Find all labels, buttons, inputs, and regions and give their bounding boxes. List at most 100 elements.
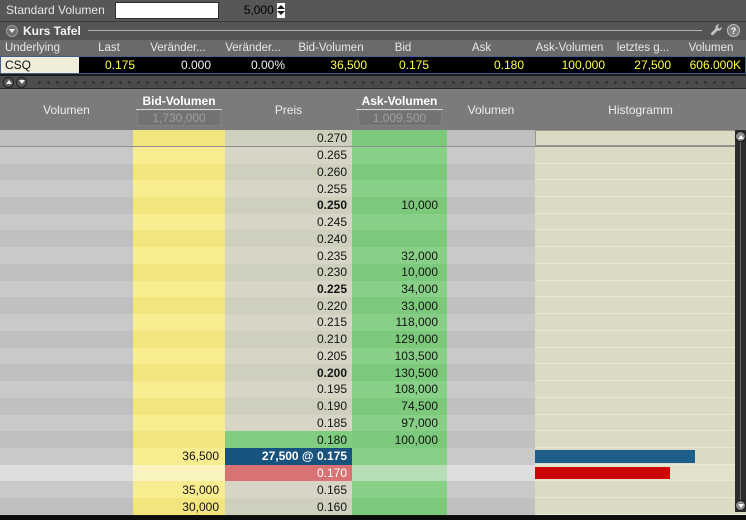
splitter-down-button[interactable] (16, 77, 27, 88)
price-cell[interactable]: 0.165 (225, 481, 352, 498)
histogram-cell[interactable] (535, 230, 746, 247)
ask-volume-cell[interactable]: 10,000 (352, 264, 447, 281)
bid-volume-cell[interactable] (133, 180, 225, 197)
splitter-bar[interactable] (0, 76, 746, 89)
price-cell[interactable]: 0.250 (225, 197, 352, 214)
bid-volume-cell[interactable]: 30,000 (133, 498, 225, 515)
ask-volume-cell[interactable] (352, 130, 447, 147)
histogram-cell[interactable] (535, 431, 746, 448)
price-cell[interactable]: 0.210 (225, 331, 352, 348)
price-cell[interactable]: 0.230 (225, 264, 352, 281)
price-cell[interactable]: 0.270 (225, 130, 352, 147)
histogram-cell[interactable] (535, 498, 746, 515)
price-cell[interactable]: 0.225 (225, 281, 352, 298)
ask-volume-cell[interactable] (352, 180, 447, 197)
histogram-cell[interactable] (535, 297, 746, 314)
scrollbar-track[interactable] (740, 142, 741, 500)
histogram-cell[interactable] (535, 130, 746, 147)
ask-volume-cell[interactable]: 33,000 (352, 297, 447, 314)
volume-spinner[interactable] (277, 3, 285, 18)
scroll-up-button[interactable] (735, 131, 746, 142)
standard-volume-input[interactable] (116, 3, 277, 18)
splitter-up-button[interactable] (3, 77, 14, 88)
vertical-scrollbar[interactable] (735, 130, 746, 512)
price-cell[interactable]: 0.240 (225, 230, 352, 247)
ask-volume-cell[interactable]: 32,000 (352, 247, 447, 264)
help-icon[interactable]: ? (727, 24, 740, 37)
bid-volume-cell[interactable] (133, 314, 225, 331)
price-cell[interactable]: 0.170 (225, 465, 352, 482)
price-cell[interactable]: 0.220 (225, 297, 352, 314)
bid-volume-cell[interactable] (133, 230, 225, 247)
ask-volume-cell[interactable] (352, 214, 447, 231)
price-cell[interactable]: 0.185 (225, 415, 352, 432)
price-cell[interactable]: 0.255 (225, 180, 352, 197)
histogram-cell[interactable] (535, 281, 746, 298)
spinner-down-icon[interactable] (277, 11, 285, 15)
histogram-cell[interactable] (535, 314, 746, 331)
ask-volume-cell[interactable] (352, 448, 447, 465)
price-cell[interactable]: 0.235 (225, 247, 352, 264)
price-cell[interactable]: 0.260 (225, 164, 352, 181)
price-cell[interactable]: 0.160 (225, 498, 352, 515)
histogram-cell[interactable] (535, 448, 746, 465)
ask-volume-cell[interactable]: 118,000 (352, 314, 447, 331)
histogram-cell[interactable] (535, 481, 746, 498)
ask-volume-cell[interactable]: 108,000 (352, 381, 447, 398)
bid-volume-cell[interactable] (133, 431, 225, 448)
histogram-cell[interactable] (535, 247, 746, 264)
histogram-cell[interactable] (535, 348, 746, 365)
bid-volume-cell[interactable]: 35,000 (133, 481, 225, 498)
histogram-cell[interactable] (535, 180, 746, 197)
bid-volume-cell[interactable] (133, 415, 225, 432)
scroll-down-button[interactable] (735, 500, 746, 511)
price-cell[interactable]: 0.245 (225, 214, 352, 231)
price-cell[interactable]: 0.195 (225, 381, 352, 398)
ask-volume-cell[interactable] (352, 481, 447, 498)
ask-volume-cell[interactable]: 34,000 (352, 281, 447, 298)
bid-volume-cell[interactable] (133, 164, 225, 181)
histogram-cell[interactable] (535, 364, 746, 381)
collapse-toggle-button[interactable] (6, 25, 18, 37)
bid-volume-cell[interactable] (133, 465, 225, 482)
histogram-cell[interactable] (535, 197, 746, 214)
splitter-grip-dots[interactable] (35, 81, 740, 84)
price-cell[interactable]: 0.205 (225, 348, 352, 365)
bid-volume-cell[interactable]: 36,500 (133, 448, 225, 465)
price-cell[interactable]: 0.215 (225, 314, 352, 331)
bid-volume-cell[interactable] (133, 197, 225, 214)
histogram-cell[interactable] (535, 465, 746, 482)
ask-volume-cell[interactable]: 10,000 (352, 197, 447, 214)
histogram-cell[interactable] (535, 264, 746, 281)
bid-volume-cell[interactable] (133, 348, 225, 365)
bid-volume-cell[interactable] (133, 331, 225, 348)
bid-volume-cell[interactable] (133, 214, 225, 231)
bid-volume-cell[interactable] (133, 147, 225, 164)
bid-volume-cell[interactable] (133, 364, 225, 381)
quote-row-csq[interactable]: CSQ 0.175 0.000 0.00% 36,500 0.175 0.180… (0, 56, 746, 74)
bid-volume-cell[interactable] (133, 130, 225, 147)
ask-volume-cell[interactable] (352, 230, 447, 247)
bid-volume-cell[interactable] (133, 281, 225, 298)
histogram-cell[interactable] (535, 398, 746, 415)
ask-volume-cell[interactable]: 74,500 (352, 398, 447, 415)
histogram-cell[interactable] (535, 415, 746, 432)
ask-volume-cell[interactable] (352, 147, 447, 164)
price-cell[interactable]: 0.180 (225, 431, 352, 448)
spinner-up-icon[interactable] (277, 5, 285, 9)
underlying-cell[interactable]: CSQ (1, 57, 79, 73)
ask-volume-cell[interactable]: 97,000 (352, 415, 447, 432)
ask-volume-cell[interactable] (352, 465, 447, 482)
ask-volume-cell[interactable] (352, 164, 447, 181)
bid-volume-cell[interactable] (133, 398, 225, 415)
price-cell[interactable]: 27,500 @ 0.175 (225, 448, 352, 465)
histogram-cell[interactable] (535, 381, 746, 398)
histogram-cell[interactable] (535, 214, 746, 231)
ask-volume-cell[interactable]: 130,500 (352, 364, 447, 381)
histogram-cell[interactable] (535, 147, 746, 164)
bid-volume-cell[interactable] (133, 297, 225, 314)
ask-volume-cell[interactable] (352, 498, 447, 515)
histogram-cell[interactable] (535, 331, 746, 348)
price-cell[interactable]: 0.200 (225, 364, 352, 381)
histogram-cell[interactable] (535, 164, 746, 181)
